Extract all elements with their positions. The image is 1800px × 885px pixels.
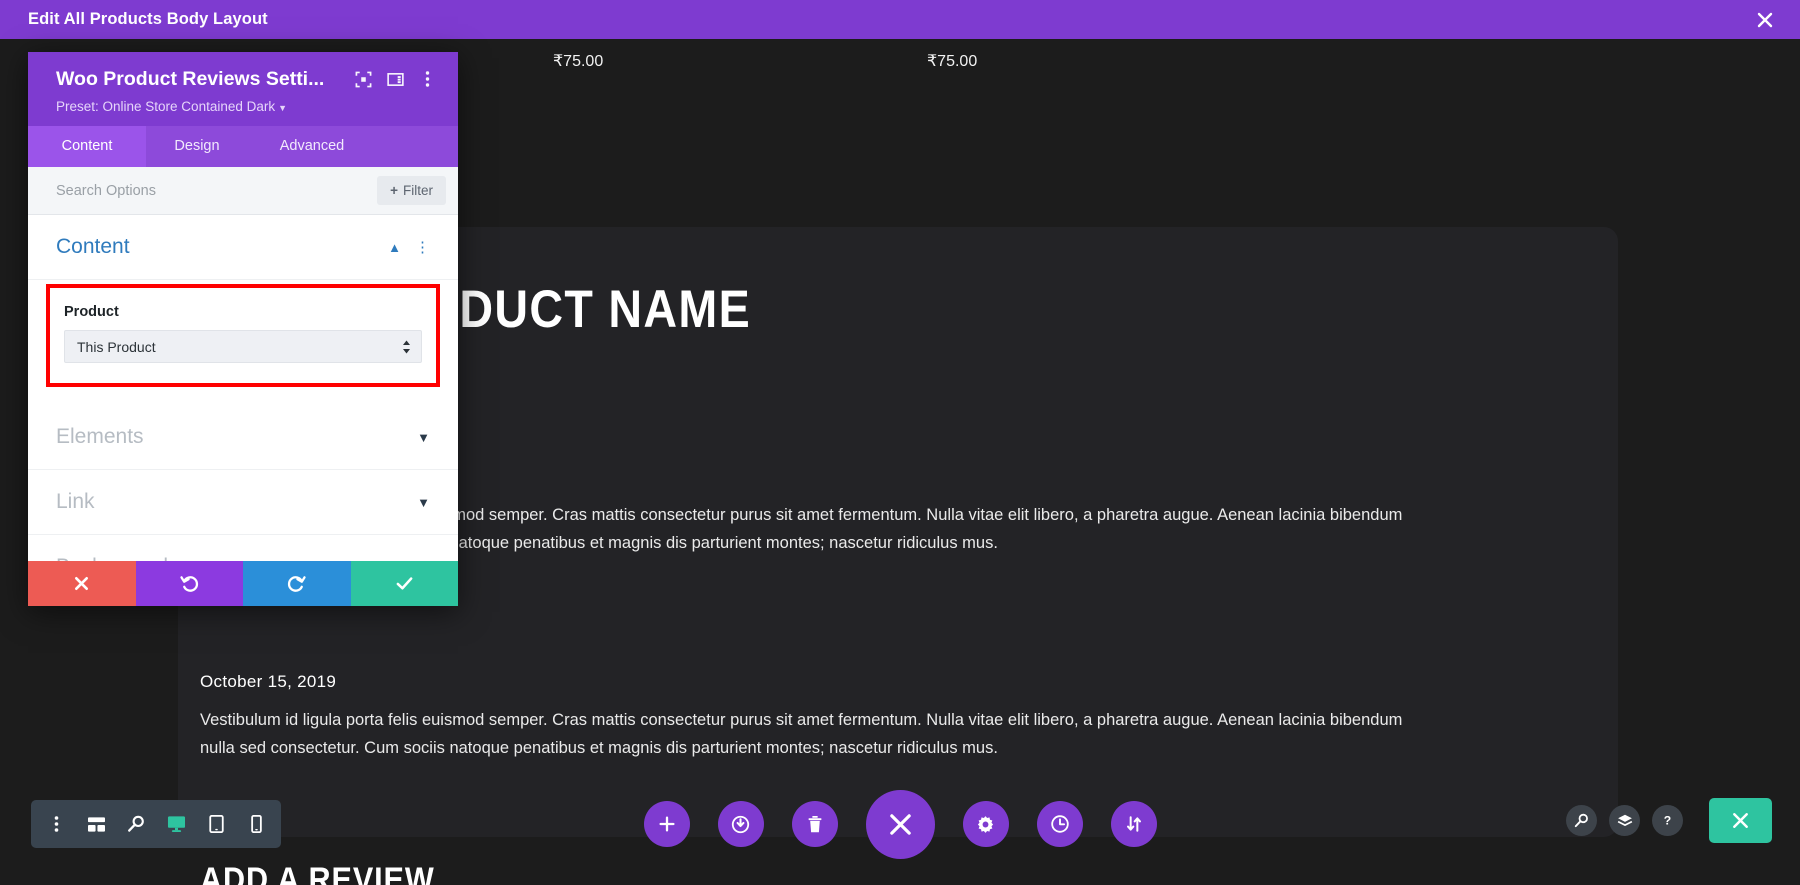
save-button[interactable] xyxy=(351,561,459,606)
kebab-menu-icon[interactable] xyxy=(39,807,73,841)
add-review-heading: ADD A REVIEW xyxy=(200,861,435,885)
tab-design[interactable]: Design xyxy=(146,126,248,167)
portability-arrows-icon[interactable] xyxy=(1111,801,1157,847)
product-select-value: This Product xyxy=(77,339,156,355)
history-clock-icon[interactable] xyxy=(1037,801,1083,847)
preset-selector[interactable]: Preset: Online Store Contained Dark▼ xyxy=(56,99,287,114)
phone-icon[interactable] xyxy=(239,807,273,841)
desktop-icon[interactable] xyxy=(159,807,193,841)
group-kebab-menu-icon[interactable]: ⋮ xyxy=(415,238,430,256)
zoom-icon[interactable] xyxy=(119,807,153,841)
modal-footer xyxy=(28,561,458,606)
chevron-down-icon: ▼ xyxy=(278,103,287,113)
view-mode-toolbar xyxy=(31,800,281,848)
filter-button[interactable]: + Filter xyxy=(377,176,446,205)
product-field: Product This Product xyxy=(50,288,436,383)
undo-button[interactable] xyxy=(136,561,244,606)
product-field-highlight: Product This Product xyxy=(46,284,440,387)
module-settings-modal: Woo Product Reviews Setti... xyxy=(28,52,458,606)
layout-columns-icon[interactable] xyxy=(382,66,408,92)
help-icon[interactable]: ? xyxy=(1652,805,1683,836)
field-spacer xyxy=(28,387,458,405)
app-root: Edit All Products Body Layout ₹75.00 ₹75… xyxy=(0,0,1800,885)
settings-gear-icon[interactable] xyxy=(963,801,1009,847)
wireframe-icon[interactable] xyxy=(79,807,113,841)
page-title: Edit All Products Body Layout xyxy=(28,10,268,29)
search-icon[interactable] xyxy=(1566,805,1597,836)
layers-icon[interactable] xyxy=(1609,805,1640,836)
focus-target-icon[interactable] xyxy=(350,66,376,92)
tab-content[interactable]: Content xyxy=(28,126,146,167)
exit-builder-button[interactable] xyxy=(1709,798,1772,843)
chevron-down-icon[interactable]: ▼ xyxy=(417,495,430,510)
chevron-up-icon[interactable]: ▲ xyxy=(388,240,401,255)
top-bar: Edit All Products Body Layout xyxy=(0,0,1800,39)
chevron-down-icon[interactable]: ▼ xyxy=(417,430,430,445)
tablet-icon[interactable] xyxy=(199,807,233,841)
settings-panel-body: Content ▲ ⋮ Product This Product xyxy=(28,215,458,561)
group-link-label: Link xyxy=(56,490,95,514)
product-price: ₹75.00 xyxy=(927,51,977,71)
review-item: October 15, 2019 Vestibulum id ligula po… xyxy=(200,672,1418,763)
close-icon[interactable] xyxy=(1752,7,1778,33)
group-elements-label: Elements xyxy=(56,425,144,449)
builder-utility-dock: ? xyxy=(1566,798,1772,843)
group-content[interactable]: Content ▲ ⋮ xyxy=(28,215,458,280)
cancel-button[interactable] xyxy=(28,561,136,606)
group-content-label: Content xyxy=(56,235,130,259)
add-icon[interactable] xyxy=(644,801,690,847)
product-field-label: Product xyxy=(64,304,422,320)
plus-icon: + xyxy=(390,183,398,198)
group-elements[interactable]: Elements ▼ xyxy=(28,405,458,470)
search-bar: + Filter xyxy=(28,167,458,215)
modal-header: Woo Product Reviews Setti... xyxy=(28,52,458,126)
tab-advanced[interactable]: Advanced xyxy=(248,126,376,167)
select-updown-icon xyxy=(402,339,411,355)
kebab-menu-icon[interactable] xyxy=(414,66,440,92)
redo-button[interactable] xyxy=(243,561,351,606)
close-icon[interactable] xyxy=(866,790,935,859)
group-link[interactable]: Link ▼ xyxy=(28,470,458,535)
filter-button-label: Filter xyxy=(403,183,433,198)
save-power-icon[interactable] xyxy=(718,801,764,847)
modal-title: Woo Product Reviews Setti... xyxy=(56,68,344,91)
group-background[interactable]: Background ▼ xyxy=(28,535,458,561)
modal-tabs: Content Design Advanced xyxy=(28,126,458,167)
svg-text:?: ? xyxy=(1664,814,1671,828)
product-select[interactable]: This Product xyxy=(64,330,422,363)
review-date: October 15, 2019 xyxy=(200,672,1418,692)
trash-icon[interactable] xyxy=(792,801,838,847)
review-body: Vestibulum id ligula porta felis euismod… xyxy=(200,706,1418,763)
preset-label: Preset: Online Store Contained Dark xyxy=(56,99,275,114)
search-input[interactable] xyxy=(56,183,377,199)
product-price: ₹75.00 xyxy=(553,51,603,71)
